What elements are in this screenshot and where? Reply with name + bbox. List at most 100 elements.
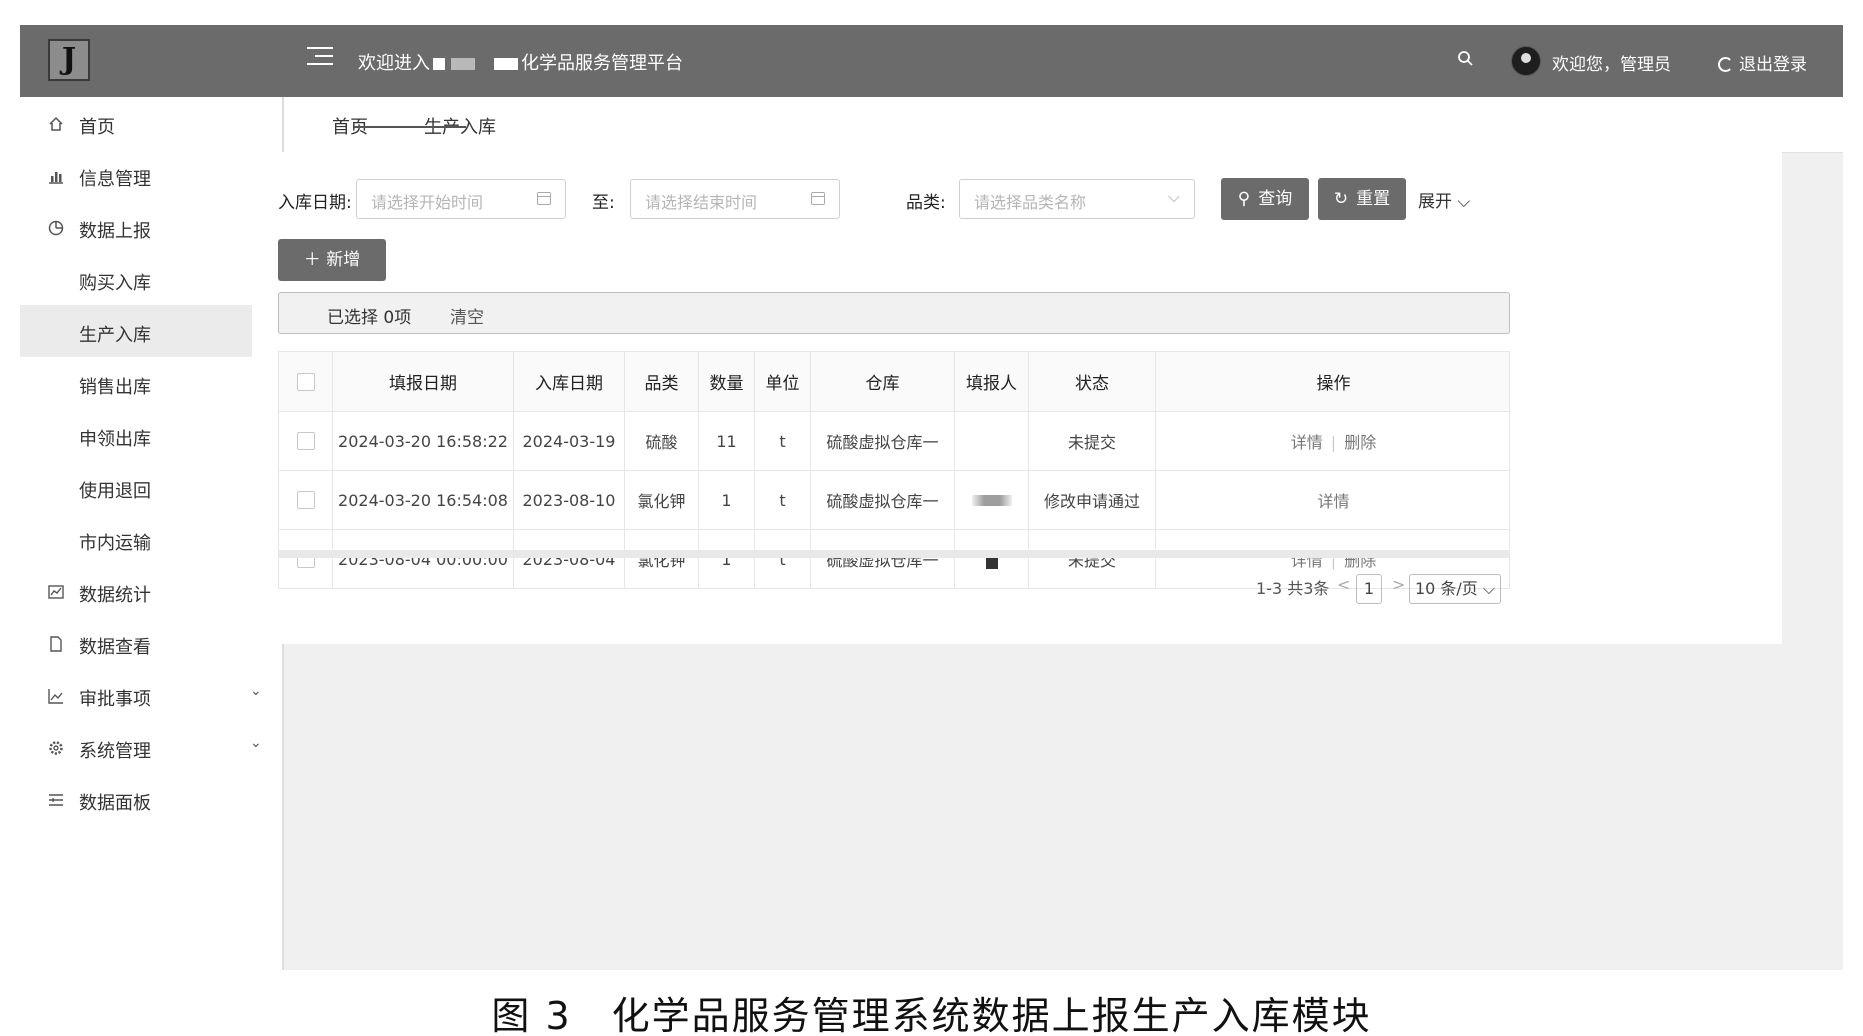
column-header: 品类 <box>644 374 679 394</box>
table-cell: 2023-08-04 <box>514 530 625 588</box>
table-cell: t <box>755 471 811 529</box>
category: 硫酸 <box>645 433 678 452</box>
header-cell: 填报人 <box>955 352 1029 411</box>
sidebar-item-production-in[interactable]: 生产入库 <box>20 305 286 357</box>
calendar-icon <box>811 192 825 205</box>
sidebar-item-requisition-out[interactable]: 申领出库 <box>20 409 284 461</box>
table-cell: 未提交 <box>1029 530 1156 588</box>
header-cell: 数量 <box>699 352 755 411</box>
bar-chart-icon <box>49 172 63 184</box>
table-cell: t <box>755 412 811 470</box>
page-size-select[interactable]: 10 条/页 ⌵ <box>1409 574 1501 604</box>
detail-link[interactable]: 详情 <box>1317 492 1349 511</box>
menu-toggle-icon[interactable] <box>307 47 333 69</box>
end-date-placeholder: 请选择结束时间 <box>645 193 758 212</box>
row-checkbox[interactable] <box>296 432 315 450</box>
table-header-row: 填报日期 入库日期 品类 数量 单位 仓库 填报人 状态 操作 <box>279 352 1509 412</box>
sidebar-item-data-dashboard[interactable]: 数据面板 <box>20 773 284 825</box>
sidebar-item-label: 信息管理 <box>79 169 151 190</box>
header-cell: 状态 <box>1029 352 1156 411</box>
sidebar-item-info-management[interactable]: 信息管理 ⌄ <box>20 149 284 201</box>
search-icon[interactable] <box>1456 47 1476 71</box>
selected-count: 已选择 0项 <box>327 308 412 328</box>
category-select[interactable]: 请选择品类名称 ⌵ <box>959 179 1195 219</box>
calendar-icon <box>537 192 551 205</box>
sidebar-item-city-transport[interactable]: 市内运输 <box>20 513 284 565</box>
status: 修改申请通过 <box>1043 492 1140 511</box>
sidebar-item-label: 使用退回 <box>79 481 151 502</box>
main-card: 入库日期: 请选择开始时间 至: 请选择结束时间 品类: 请选择品类名称 ⌵ ⚲… <box>252 152 1782 644</box>
clear-selection-link[interactable]: 清空 <box>450 303 484 328</box>
checkbox-cell <box>279 530 333 588</box>
title-suffix: 化学品服务管理平台 <box>521 53 683 74</box>
app-logo: J <box>48 39 90 81</box>
table-cell: 2024-03-20 16:58:22 <box>333 412 514 470</box>
checkbox-cell <box>279 471 333 529</box>
title-prefix: 欢迎进入 <box>358 53 430 74</box>
action-separator: | <box>1330 433 1337 452</box>
sidebar-item-usage-return[interactable]: 使用退回 <box>20 461 284 513</box>
table-cell: t <box>755 530 811 588</box>
sidebar-item-system-management[interactable]: 系统管理 ⌄ <box>20 721 284 773</box>
status: 未提交 <box>1067 433 1116 452</box>
query-button[interactable]: ⚲ 查询 <box>1221 178 1309 220</box>
reset-button[interactable]: ↻ 重置 <box>1318 178 1406 220</box>
logout-button[interactable]: 退出登录 <box>1718 50 1807 75</box>
in-date: 2024-03-19 <box>522 431 616 451</box>
sidebar-item-label: 购买入库 <box>79 273 151 294</box>
column-header: 填报日期 <box>389 374 457 394</box>
start-date-input[interactable]: 请选择开始时间 <box>356 179 566 219</box>
sidebar-item-home[interactable]: 首页 <box>20 97 284 149</box>
header-cell: 入库日期 <box>514 352 625 411</box>
table-cell: 氯化钾 <box>625 471 699 529</box>
sidebar-item-data-report[interactable]: 数据上报 ⌃ <box>20 201 284 253</box>
pie-chart-icon <box>48 220 64 236</box>
top-header: J 欢迎进入 化学品服务管理平台 欢迎您，管理员 退出登录 <box>20 25 1843 97</box>
table-cell: 修改申请通过 <box>1029 471 1156 529</box>
row-checkbox[interactable] <box>296 491 315 509</box>
table-cell: 未提交 <box>1029 412 1156 470</box>
sidebar-item-label: 申领出库 <box>79 429 151 450</box>
sidebar-item-data-view[interactable]: 数据查看 ⌄ <box>20 617 284 669</box>
sidebar-item-data-statistics[interactable]: 数据统计 ⌄ <box>20 565 284 617</box>
actions-cell: 详情 | 删除 <box>1156 412 1511 470</box>
avatar[interactable] <box>1511 46 1541 76</box>
end-date-input[interactable]: 请选择结束时间 <box>630 179 840 219</box>
redacted-reporter <box>985 557 998 569</box>
header-cell: 填报日期 <box>333 352 514 411</box>
next-page-button[interactable]: > <box>1392 575 1405 594</box>
category-placeholder: 请选择品类名称 <box>974 193 1087 212</box>
redacted-block <box>494 58 518 70</box>
column-header: 数量 <box>709 374 744 394</box>
add-button[interactable]: ＋ 新增 <box>278 239 386 281</box>
page-number-button[interactable]: 1 <box>1356 574 1382 604</box>
prev-page-button[interactable]: < <box>1337 575 1350 594</box>
start-date-placeholder: 请选择开始时间 <box>371 193 484 212</box>
table-row: 2024-03-20 16:58:22 2024-03-19 硫酸 11 t 硫酸虚拟仓库… <box>279 412 1509 471</box>
table-cell: 1 <box>699 471 755 529</box>
table-scrollbar[interactable] <box>278 550 1510 558</box>
chevron-down-icon: ⌵ <box>1167 187 1180 206</box>
delete-link[interactable]: 删除 <box>1344 433 1376 452</box>
sidebar-item-approvals[interactable]: 审批事项 ⌄ <box>20 669 284 721</box>
expand-toggle[interactable]: 展开 ⌵ <box>1418 187 1470 212</box>
header-cell: 仓库 <box>811 352 955 411</box>
checkbox-cell <box>279 412 333 470</box>
unit: t <box>779 490 786 510</box>
date-filter-label: 入库日期: <box>278 193 352 213</box>
sidebar-item-label: 数据上报 <box>79 221 151 242</box>
welcome-user-text: 欢迎您，管理员 <box>1552 55 1671 75</box>
row-checkbox[interactable] <box>296 372 315 391</box>
detail-link[interactable]: 详情 <box>1291 433 1323 452</box>
to-label: 至: <box>592 193 615 213</box>
sidebar-item-label: 生产入库 <box>79 325 151 346</box>
trend-icon <box>48 689 63 704</box>
sidebar-item-sales-out[interactable]: 销售出库 <box>20 357 284 409</box>
table-cell: 11 <box>699 412 755 470</box>
reporter-cell <box>955 471 1029 529</box>
app-window: J 欢迎进入 化学品服务管理平台 欢迎您，管理员 退出登录 首页 信息管理 ⌄ 数… <box>20 25 1843 970</box>
table-cell: 硫酸虚拟仓库一 <box>811 471 955 529</box>
sidebar-item-purchase-in[interactable]: 购买入库 <box>20 253 284 305</box>
selection-bar: 已选择 0项 清空 <box>278 292 1510 334</box>
file-icon <box>50 636 62 652</box>
